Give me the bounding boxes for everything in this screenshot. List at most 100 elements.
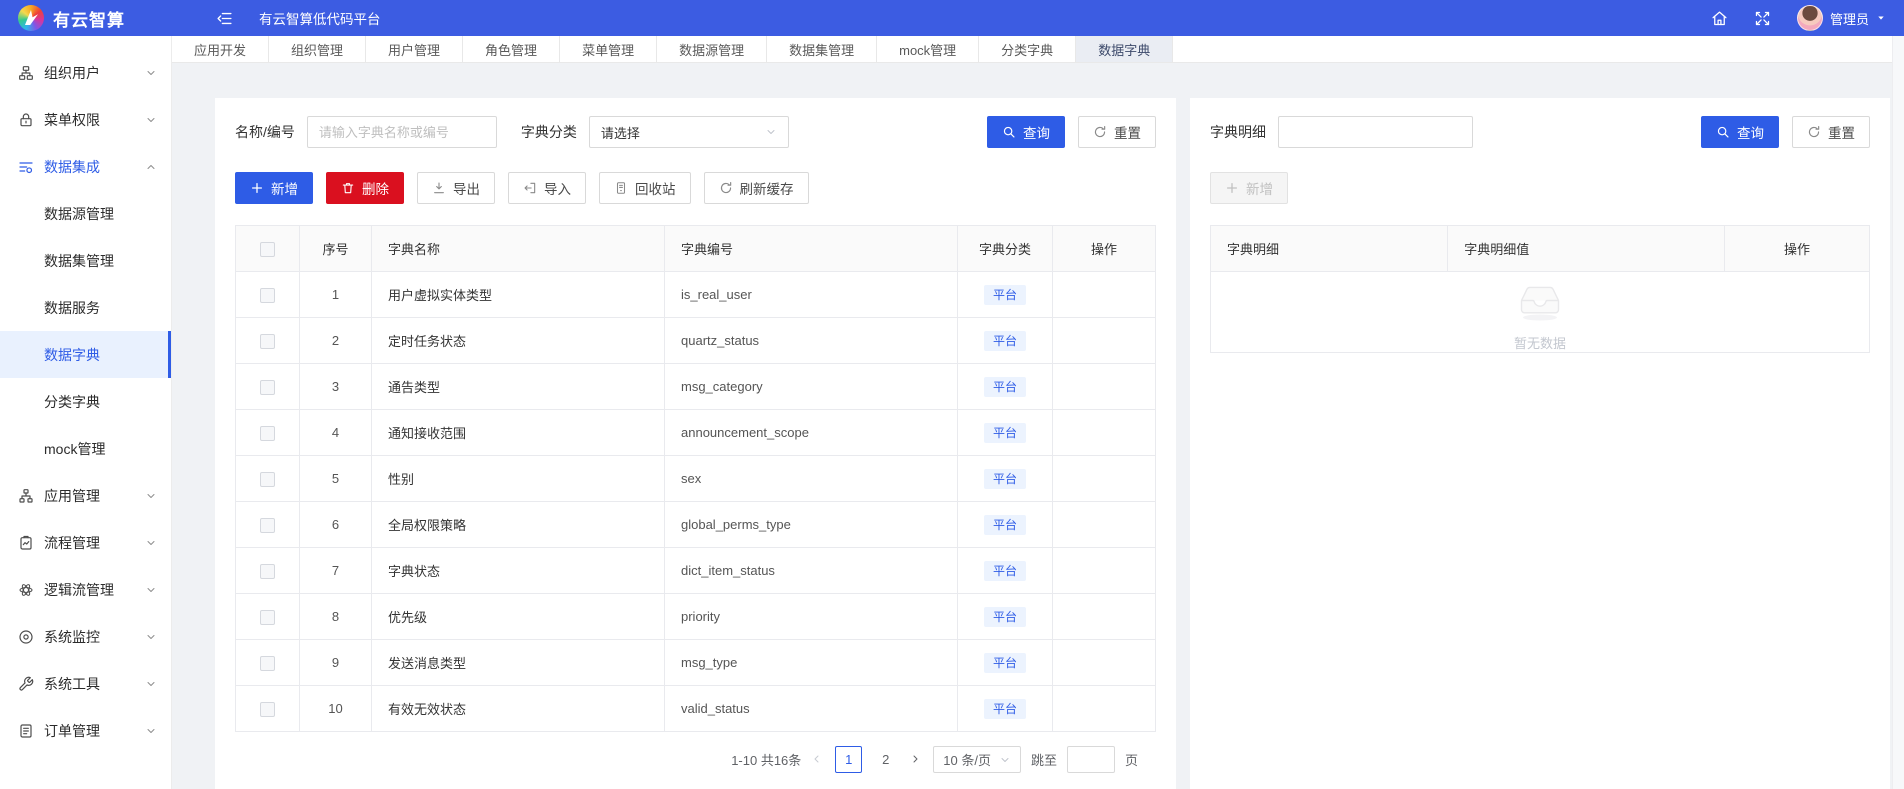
cell-dict-code: announcement_scope	[665, 410, 958, 456]
tab-datasource-mgmt[interactable]: 数据源管理	[657, 36, 767, 62]
export-button[interactable]: 导出	[417, 172, 495, 204]
tab-dataset-mgmt[interactable]: 数据集管理	[767, 36, 877, 62]
sidebar-item-org-users[interactable]: 组织用户	[0, 49, 171, 96]
detail-filter-input[interactable]	[1278, 116, 1473, 148]
logo-text: 有云智算	[53, 6, 125, 31]
cell-no: 6	[300, 502, 372, 548]
recycle-bin-button[interactable]: 回收站	[599, 172, 691, 204]
name-filter-input[interactable]	[307, 116, 497, 148]
sidebar-item-data-integration[interactable]: 数据集成	[0, 143, 171, 190]
import-button[interactable]: 导入	[508, 172, 586, 204]
row-checkbox[interactable]	[260, 610, 275, 625]
sidebar-item-logicflow-mgmt[interactable]: 逻辑流管理	[0, 566, 171, 613]
sidebar-item-process-mgmt[interactable]: 流程管理	[0, 519, 171, 566]
cell-actions	[1053, 272, 1156, 318]
sidebar-item-order-mgmt[interactable]: 订单管理	[0, 707, 171, 754]
fullscreen-button[interactable]	[1754, 10, 1771, 27]
user-menu[interactable]: 管理员	[1797, 5, 1886, 31]
tab-menu-mgmt[interactable]: 菜单管理	[560, 36, 657, 62]
table-row[interactable]: 10 有效无效状态 valid_status 平台	[236, 686, 1156, 732]
prev-page-button[interactable]	[811, 753, 825, 767]
table-row[interactable]: 7 字典状态 dict_item_status 平台	[236, 548, 1156, 594]
table-row[interactable]: 4 通知接收范围 announcement_scope 平台	[236, 410, 1156, 456]
tab-data-dict[interactable]: 数据字典	[1076, 36, 1173, 62]
chevron-left-icon	[811, 753, 823, 765]
sidebar-item-menu-perms[interactable]: 菜单权限	[0, 96, 171, 143]
page-size-select[interactable]: 10 条/页	[933, 746, 1021, 773]
page-button-1[interactable]: 1	[835, 746, 862, 773]
fullscreen-icon	[1754, 10, 1771, 27]
sidebar-subitem-mock-mgmt[interactable]: mock管理	[0, 425, 171, 472]
platform-badge: 平台	[984, 653, 1026, 673]
dict-reset-button[interactable]: 重置	[1078, 116, 1156, 148]
table-row[interactable]: 1 用户虚拟实体类型 is_real_user 平台	[236, 272, 1156, 318]
tab-category-dict[interactable]: 分类字典	[979, 36, 1076, 62]
row-checkbox[interactable]	[260, 702, 275, 717]
detail-search-button[interactable]: 查询	[1701, 116, 1779, 148]
tab-role-mgmt[interactable]: 角色管理	[463, 36, 560, 62]
table-row[interactable]: 3 通告类型 msg_category 平台	[236, 364, 1156, 410]
row-checkbox[interactable]	[260, 380, 275, 395]
page-button-2[interactable]: 2	[872, 746, 899, 773]
sidebar-item-system-tools[interactable]: 系统工具	[0, 660, 171, 707]
sidebar-subitem-category-dict[interactable]: 分类字典	[0, 378, 171, 425]
cell-no: 8	[300, 594, 372, 640]
row-checkbox[interactable]	[260, 564, 275, 579]
sidebar-subitem-datasource-mgmt[interactable]: 数据源管理	[0, 190, 171, 237]
table-row[interactable]: 2 定时任务状态 quartz_status 平台	[236, 318, 1156, 364]
add-detail-button[interactable]: 新增	[1210, 172, 1288, 204]
detail-filter-row: 字典明细 查询 重置	[1210, 116, 1870, 148]
chevron-right-icon	[909, 753, 921, 765]
sidebar-item-system-monitor[interactable]: 系统监控	[0, 613, 171, 660]
next-page-button[interactable]	[909, 753, 923, 767]
table-row[interactable]: 5 性别 sex 平台	[236, 456, 1156, 502]
sidebar-subitem-data-service[interactable]: 数据服务	[0, 284, 171, 331]
brand-area: 有云智算	[0, 5, 172, 31]
content: 名称/编号 字典分类 请选择 查询	[172, 63, 1904, 789]
cell-dict-name: 优先级	[372, 594, 665, 640]
collapse-sidebar-button[interactable]	[216, 10, 233, 27]
tab-user-mgmt[interactable]: 用户管理	[366, 36, 463, 62]
cell-dict-name: 定时任务状态	[372, 318, 665, 364]
tab-app-dev[interactable]: 应用开发	[172, 36, 269, 62]
page-scrollbar[interactable]	[1892, 36, 1904, 789]
table-row[interactable]: 8 优先级 priority 平台	[236, 594, 1156, 640]
cell-actions	[1053, 318, 1156, 364]
cell-no: 7	[300, 548, 372, 594]
row-checkbox[interactable]	[260, 472, 275, 487]
sidebar-subitem-dataset-mgmt[interactable]: 数据集管理	[0, 237, 171, 284]
caret-down-icon	[1876, 13, 1886, 23]
detail-reset-button[interactable]: 重置	[1792, 116, 1870, 148]
select-all-checkbox[interactable]	[260, 242, 275, 257]
jump-page-input[interactable]	[1067, 746, 1115, 773]
row-checkbox[interactable]	[260, 656, 275, 671]
refresh-cache-button[interactable]: 刷新缓存	[704, 172, 809, 204]
row-checkbox[interactable]	[260, 334, 275, 349]
dict-search-button[interactable]: 查询	[987, 116, 1065, 148]
chevron-down-icon	[999, 754, 1011, 766]
platform-badge: 平台	[984, 331, 1026, 351]
row-checkbox[interactable]	[260, 518, 275, 533]
add-dict-button[interactable]: 新增	[235, 172, 313, 204]
category-filter-select[interactable]: 请选择	[589, 116, 789, 148]
delete-dict-button[interactable]: 删除	[326, 172, 404, 204]
header-bar: 有云智算 有云智算低代码平台 管理员	[0, 0, 1904, 36]
tab-org-mgmt[interactable]: 组织管理	[269, 36, 366, 62]
home-button[interactable]	[1711, 10, 1728, 27]
cell-dict-code: quartz_status	[665, 318, 958, 364]
row-checkbox[interactable]	[260, 426, 275, 441]
tab-mock-mgmt[interactable]: mock管理	[877, 36, 979, 62]
row-checkbox[interactable]	[260, 288, 275, 303]
detail-panel: 字典明细 查询 重置	[1190, 98, 1890, 789]
cell-dict-code: dict_item_status	[665, 548, 958, 594]
table-row[interactable]: 9 发送消息类型 msg_type 平台	[236, 640, 1156, 686]
cell-dict-code: is_real_user	[665, 272, 958, 318]
sidebar-subitem-data-dict[interactable]: 数据字典	[0, 331, 171, 378]
chevron-up-icon	[145, 161, 157, 173]
table-row[interactable]: 6 全局权限策略 global_perms_type 平台	[236, 502, 1156, 548]
cell-actions	[1053, 594, 1156, 640]
sidebar-item-label: 订单管理	[44, 721, 100, 741]
sidebar-item-app-mgmt[interactable]: 应用管理	[0, 472, 171, 519]
chevron-down-icon	[765, 126, 777, 138]
chevron-down-icon	[145, 490, 157, 502]
